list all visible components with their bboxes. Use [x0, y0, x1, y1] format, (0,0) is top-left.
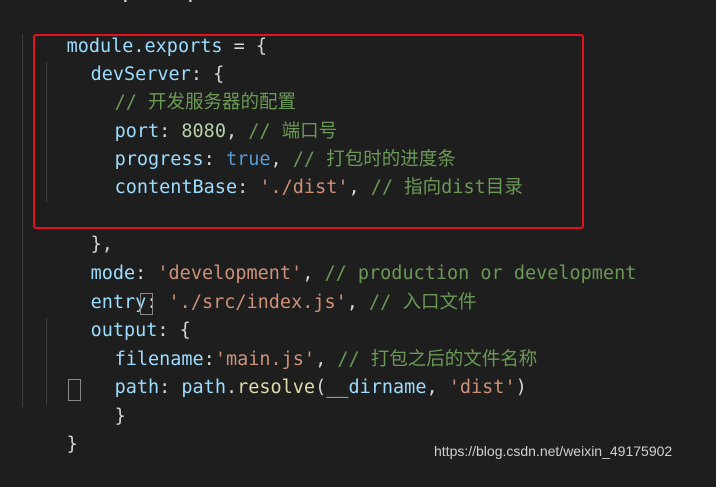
- token-brace-close: }: [66, 434, 78, 455]
- code-line[interactable]: path: path.resolve(__dirname, 'dist'): [70, 346, 527, 398]
- token-paren-open: (: [315, 377, 327, 398]
- token-punctuation: ,: [426, 377, 449, 398]
- clipped-line-text: . ""' .: [120, 0, 196, 4]
- bracket-match-open: [140, 293, 153, 315]
- code-line[interactable]: }: [22, 403, 78, 455]
- token-string: 'dist': [448, 377, 516, 398]
- code-line[interactable]: entry: './src/index.js', // 入口文件: [46, 261, 477, 313]
- token-punctuation: ,: [346, 292, 370, 313]
- token-paren-close: ): [515, 377, 527, 398]
- clipped-line: . ""' .: [0, 0, 716, 4]
- token-punctuation: .: [225, 377, 238, 398]
- token-function: resolve: [237, 377, 316, 398]
- token-punctuation: :: [159, 377, 182, 398]
- token-comment: // 入口文件: [369, 292, 477, 313]
- token-string: './src/index.js': [168, 292, 347, 313]
- token-identifier: path: [181, 377, 226, 398]
- watermark-text: https://blog.csdn.net/weixin_49175902: [434, 443, 673, 459]
- highlight-box: [33, 34, 584, 229]
- indent-guide: [22, 34, 23, 407]
- code-editor[interactable]: . ""' . module.exports = { devServer: { …: [0, 0, 716, 473]
- token-brace-close: }: [114, 406, 126, 427]
- token-identifier: __dirname: [326, 377, 427, 398]
- code-line[interactable]: mode: 'development', // production or de…: [46, 232, 637, 284]
- code-line[interactable]: filename:'main.js', // 打包之后的文件名称: [70, 318, 538, 370]
- code-line[interactable]: module.exports = {: [22, 5, 268, 57]
- code-line[interactable]: output: {: [46, 289, 191, 341]
- bracket-match-close: [68, 379, 81, 401]
